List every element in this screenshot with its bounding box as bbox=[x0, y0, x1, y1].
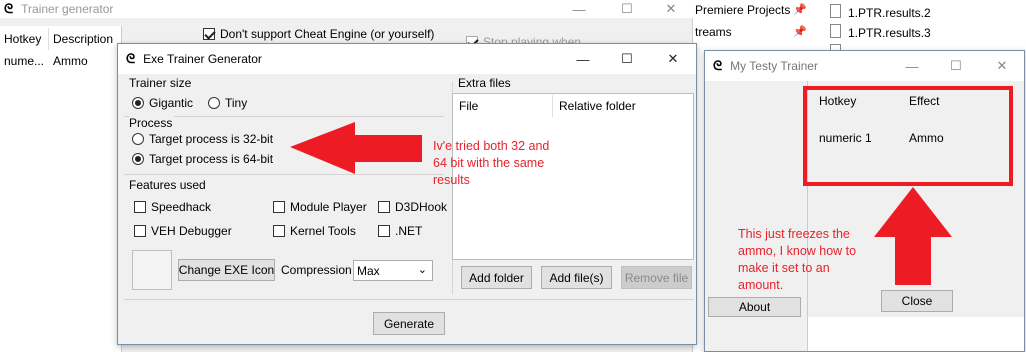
note2-line2: ammo, I know how to bbox=[738, 244, 857, 258]
up-arrow-icon bbox=[874, 187, 952, 285]
note1-line2: 64 bit with the same bbox=[433, 156, 545, 170]
left-arrow-icon bbox=[290, 122, 422, 174]
note2-line1: This just freezes the bbox=[738, 227, 850, 241]
note1-line3: results bbox=[433, 173, 470, 187]
note-32-64-bit: Iv'e tried both 32 and 64 bit with the s… bbox=[433, 138, 549, 189]
note2-line4: amount. bbox=[738, 278, 784, 292]
note2-line3: make it set to an bbox=[738, 261, 830, 275]
note1-line1: Iv'e tried both 32 and bbox=[433, 139, 550, 153]
note-freezes-ammo: This just freezes the ammo, I know how t… bbox=[738, 226, 856, 294]
highlight-box bbox=[803, 86, 1013, 186]
